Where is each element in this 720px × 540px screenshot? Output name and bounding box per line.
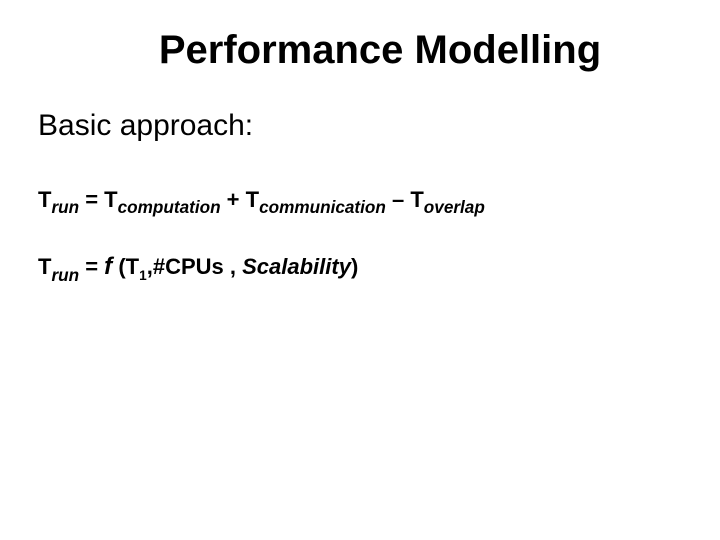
- eq1-T-overlap-sub: overlap: [424, 197, 485, 217]
- eq2-T1-sub: 1: [139, 268, 147, 283]
- equation-1: Trun = Tcomputation + Tcommunication – T…: [38, 185, 682, 218]
- eq2-T-run-T: T: [38, 254, 51, 279]
- equation-1-line: Trun = Tcomputation + Tcommunication – T…: [38, 185, 682, 218]
- eq2-close-paren: ): [351, 254, 358, 279]
- eq2-equals: =: [79, 254, 104, 279]
- eq2-cpus: #CPUs ,: [153, 254, 242, 279]
- eq1-T-comp-T: T: [104, 187, 117, 212]
- eq1-T-comm-sub: communication: [259, 197, 386, 217]
- eq1-T-run-sub: run: [51, 197, 79, 217]
- eq1-T-run-T: T: [38, 187, 51, 212]
- eq2-open-paren-T: (T: [112, 254, 139, 279]
- equation-2-line: Trun = f (T1,#CPUs , Scalability): [38, 250, 682, 285]
- eq2-T-run-sub: run: [51, 265, 79, 285]
- slide-subtitle: Basic approach:: [38, 109, 682, 143]
- eq1-T-comm-T: T: [246, 187, 259, 212]
- equation-2: Trun = f (T1,#CPUs , Scalability): [38, 250, 682, 285]
- slide-container: Performance Modelling Basic approach: Tr…: [0, 0, 720, 540]
- eq1-T-comp-sub: computation: [118, 197, 221, 217]
- eq1-plus: +: [221, 187, 246, 212]
- eq1-equals: =: [79, 187, 104, 212]
- eq1-T-overlap-T: T: [410, 187, 423, 212]
- eq2-scalability: Scalability: [242, 254, 351, 279]
- slide-title: Performance Modelling: [38, 28, 682, 73]
- eq1-minus: –: [386, 187, 410, 212]
